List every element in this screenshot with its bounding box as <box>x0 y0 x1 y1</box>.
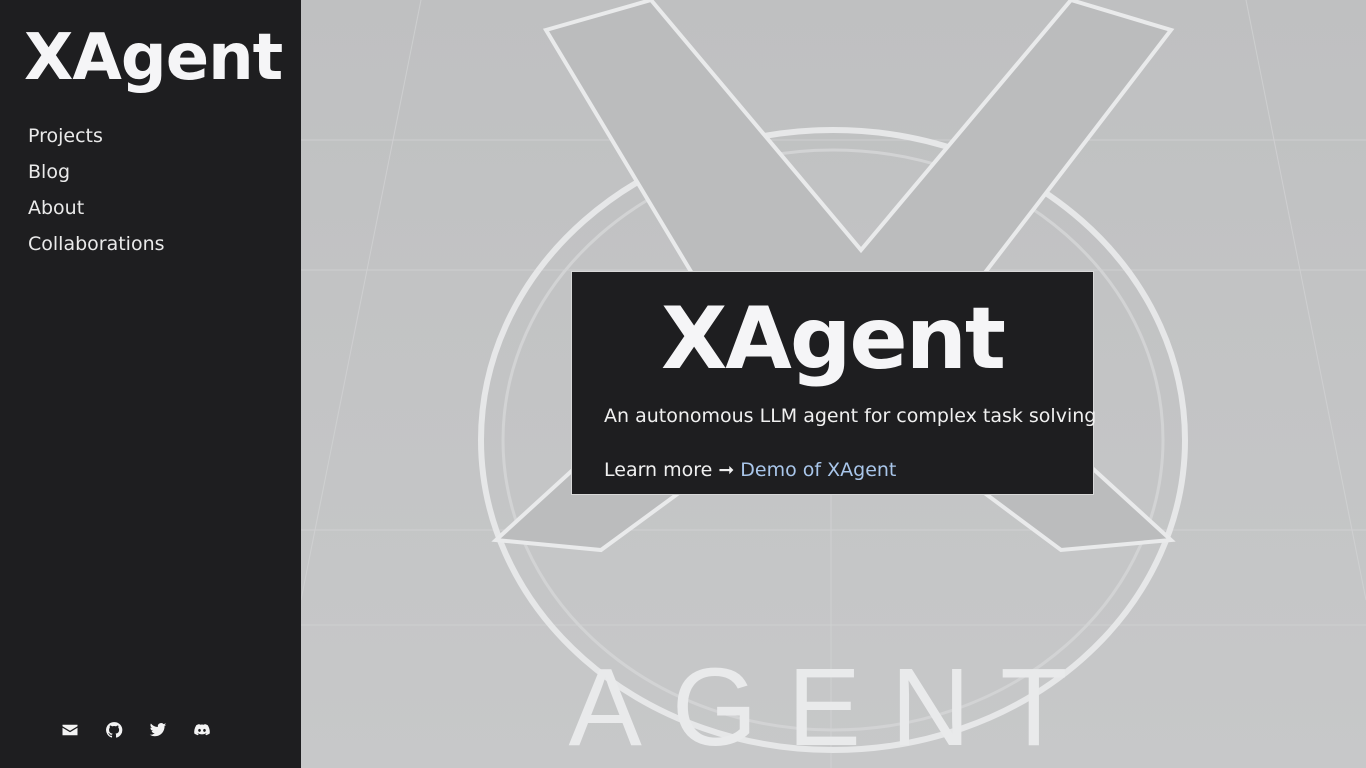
hero-links: Learn more ➞ Demo of XAgent <box>604 459 896 481</box>
arrow-right-icon: ➞ <box>718 459 735 481</box>
mail-icon[interactable] <box>60 720 80 740</box>
main-nav: Projects Blog About Collaborations <box>28 118 165 262</box>
social-links <box>60 720 212 740</box>
sidebar: XAgent Projects Blog About Collaboration… <box>0 0 301 768</box>
github-icon[interactable] <box>104 720 124 740</box>
hero-title: XAgent <box>660 289 1006 389</box>
learn-more-label: Learn more <box>604 459 713 481</box>
nav-blog[interactable]: Blog <box>28 154 165 190</box>
nav-projects[interactable]: Projects <box>28 118 165 154</box>
hero-card: XAgent An autonomous LLM agent for compl… <box>571 271 1097 495</box>
discord-icon[interactable] <box>192 720 212 740</box>
hero-subtitle: An autonomous LLM agent for complex task… <box>604 405 1097 427</box>
brand-logo[interactable]: XAgent <box>24 26 283 90</box>
twitter-icon[interactable] <box>148 720 168 740</box>
nav-about[interactable]: About <box>28 190 165 226</box>
background-agent-text: AGENT <box>569 646 1098 768</box>
demo-link[interactable]: Demo of XAgent <box>740 459 896 481</box>
nav-collaborations[interactable]: Collaborations <box>28 226 165 262</box>
